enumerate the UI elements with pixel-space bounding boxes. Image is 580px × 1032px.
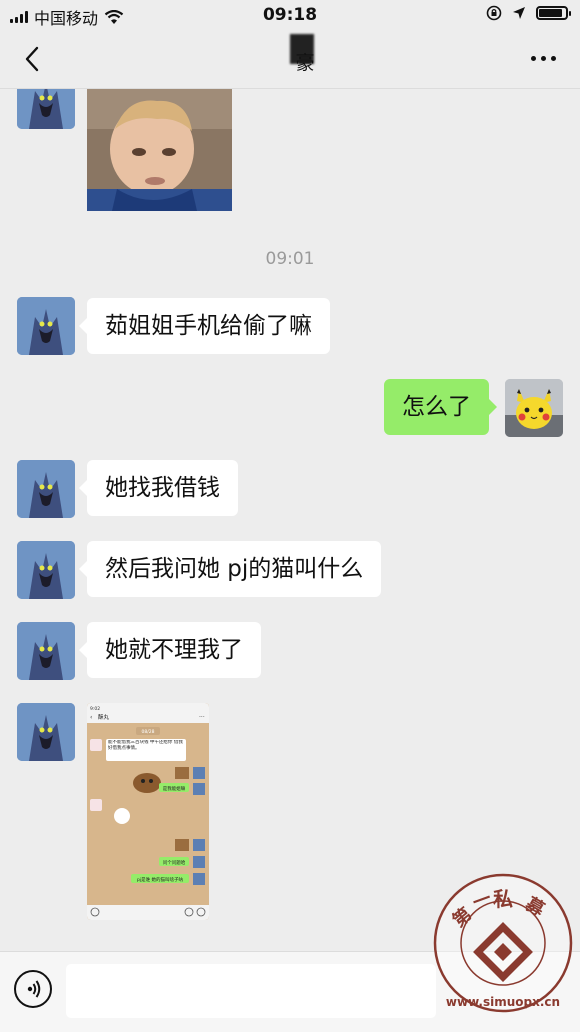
tom-cat-avatar-icon bbox=[17, 703, 75, 761]
svg-text:···: ··· bbox=[199, 714, 205, 721]
voice-button[interactable] bbox=[14, 970, 52, 1008]
tom-cat-avatar-icon bbox=[17, 89, 75, 129]
mini-message-1: 能不能借我三百块钱 中午还给你 借我好借我点事情。 bbox=[108, 740, 183, 751]
baby-photo[interactable] bbox=[87, 89, 232, 211]
avatar[interactable] bbox=[17, 460, 75, 518]
chat-title-text: 豪 bbox=[295, 52, 315, 74]
voice-icon bbox=[27, 980, 41, 998]
avatar[interactable] bbox=[17, 622, 75, 680]
message-bubble[interactable]: 然后我问她 pj的猫叫什么 bbox=[78, 541, 382, 597]
mini-date: 08/28 bbox=[142, 729, 155, 735]
avatar[interactable] bbox=[505, 379, 563, 437]
pikachu-avatar-icon bbox=[505, 379, 563, 437]
tom-cat-avatar-icon bbox=[17, 622, 75, 680]
more-dots-icon[interactable] bbox=[531, 56, 556, 61]
chat-title: 豪 bbox=[0, 48, 580, 75]
svg-text:www.simuopx.cn: www.simuopx.cn bbox=[446, 995, 560, 1009]
nav-bar: 豪 bbox=[0, 30, 580, 89]
mini-title: 酥丸 bbox=[98, 713, 110, 721]
avatar[interactable] bbox=[17, 541, 75, 599]
tom-cat-avatar-icon bbox=[17, 460, 75, 518]
message-bubble[interactable]: 茹姐姐手机给偷了嘛 bbox=[79, 298, 330, 354]
mini-status-time: 9:02 bbox=[90, 706, 100, 712]
avatar[interactable] bbox=[17, 297, 75, 355]
tom-cat-avatar-icon bbox=[17, 541, 75, 599]
rotation-lock-icon bbox=[486, 5, 502, 21]
mini-message-4: pj是谁 她的猫叫啥子呐 bbox=[137, 876, 184, 883]
battery-icon bbox=[536, 6, 571, 20]
message-bubble[interactable]: 她找我借钱 bbox=[79, 460, 238, 516]
mini-message-2: 是我能姐嘛 bbox=[163, 785, 186, 792]
svg-text:‹: ‹ bbox=[90, 714, 92, 721]
chat-screenshot-image[interactable]: 9:02 ‹ 酥丸 ··· 08/28 能不能借我三百块钱 中午还给你 借我好借… bbox=[87, 703, 209, 920]
watermark-seal: 私 第 一 募 www.simuopx.cn bbox=[433, 873, 573, 1013]
location-icon bbox=[513, 7, 525, 19]
chat-area[interactable]: 09:01 茹姐姐手机给偷了嘛 怎么了 她找我借钱 然后我问她 pj的猫叫什么 … bbox=[0, 89, 580, 951]
status-right bbox=[486, 5, 571, 21]
avatar[interactable] bbox=[17, 89, 75, 129]
message-bubble[interactable]: 她就不理我了 bbox=[79, 622, 261, 678]
svg-text:私: 私 bbox=[493, 887, 513, 911]
status-bar: 中国移动 09:18 bbox=[0, 0, 580, 30]
battery-level bbox=[539, 9, 562, 17]
timestamp: 09:01 bbox=[265, 249, 315, 269]
tom-cat-avatar-icon bbox=[17, 297, 75, 355]
message-bubble[interactable]: 怎么了 bbox=[384, 379, 497, 435]
avatar[interactable] bbox=[17, 703, 75, 761]
mini-message-3: 问个问题哈 bbox=[163, 859, 186, 866]
message-input[interactable] bbox=[66, 964, 436, 1018]
